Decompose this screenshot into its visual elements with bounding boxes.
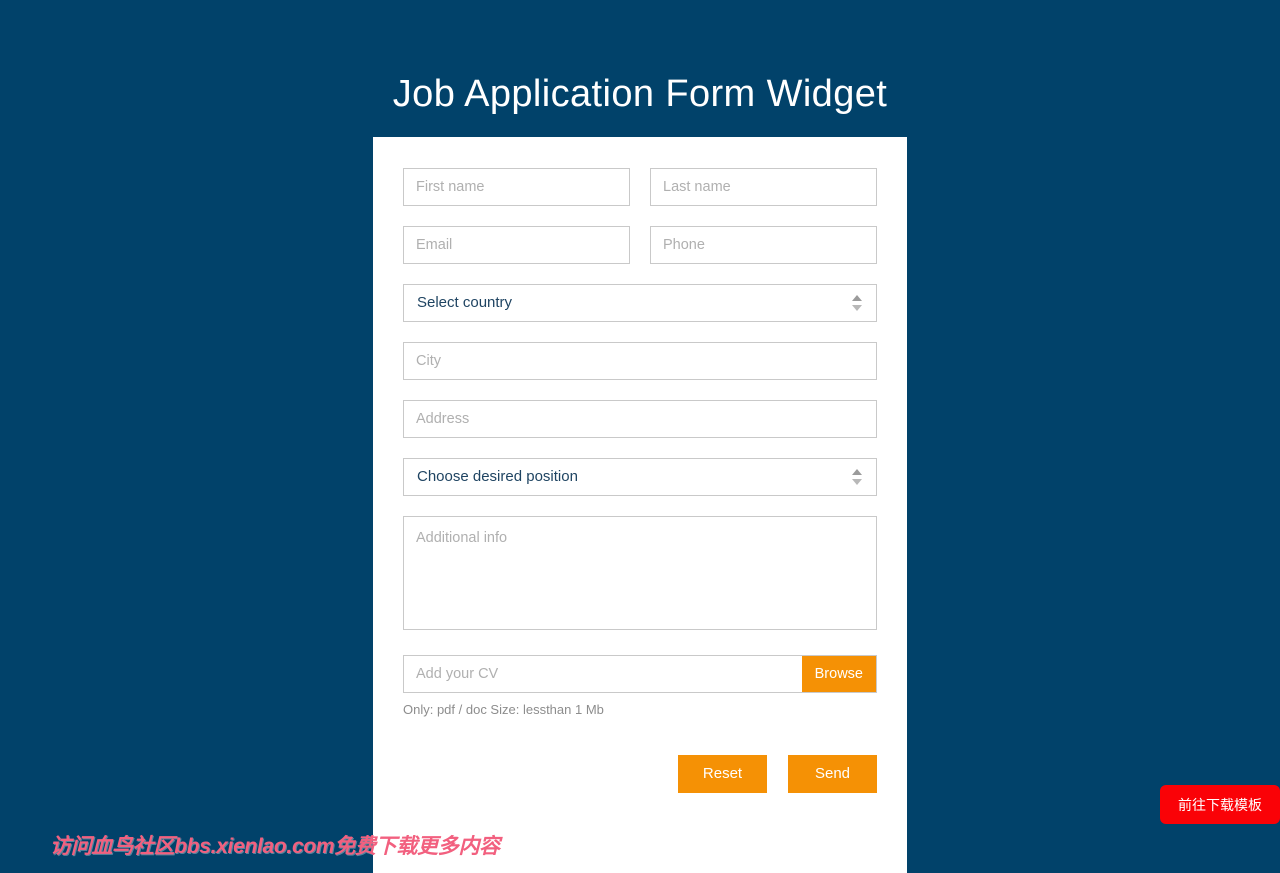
- country-select-value: Select country: [417, 294, 513, 311]
- contact-row: [403, 226, 877, 264]
- position-select[interactable]: Choose desired position: [403, 458, 877, 496]
- job-application-form-card: Select country Choose desired position A…: [373, 137, 907, 873]
- last-name-input[interactable]: [650, 168, 877, 206]
- phone-input[interactable]: [650, 226, 877, 264]
- city-input[interactable]: [403, 342, 877, 380]
- browse-button[interactable]: Browse: [801, 656, 876, 692]
- address-row: [403, 400, 877, 438]
- first-name-input[interactable]: [403, 168, 630, 206]
- cv-file-name: Add your CV: [416, 666, 499, 682]
- address-input[interactable]: [403, 400, 877, 438]
- download-template-cta[interactable]: 前往下载模板: [1160, 785, 1280, 824]
- additional-info-textarea[interactable]: [403, 516, 877, 630]
- city-row: [403, 342, 877, 380]
- reset-button[interactable]: Reset: [678, 755, 767, 793]
- name-row: [403, 168, 877, 206]
- cv-upload-hint: Only: pdf / doc Size: lessthan 1 Mb: [403, 702, 604, 717]
- spinner-updown-icon[interactable]: [852, 293, 862, 313]
- email-input[interactable]: [403, 226, 630, 264]
- position-select-value: Choose desired position: [417, 468, 578, 485]
- cv-upload-row[interactable]: Add your CV Browse: [403, 655, 877, 693]
- page-title: Job Application Form Widget: [392, 73, 888, 116]
- form-actions: Reset Send: [403, 755, 877, 793]
- spinner-updown-icon[interactable]: [852, 467, 862, 487]
- country-select[interactable]: Select country: [403, 284, 877, 322]
- form-body: Select country Choose desired position A…: [403, 168, 877, 793]
- send-button[interactable]: Send: [788, 755, 877, 793]
